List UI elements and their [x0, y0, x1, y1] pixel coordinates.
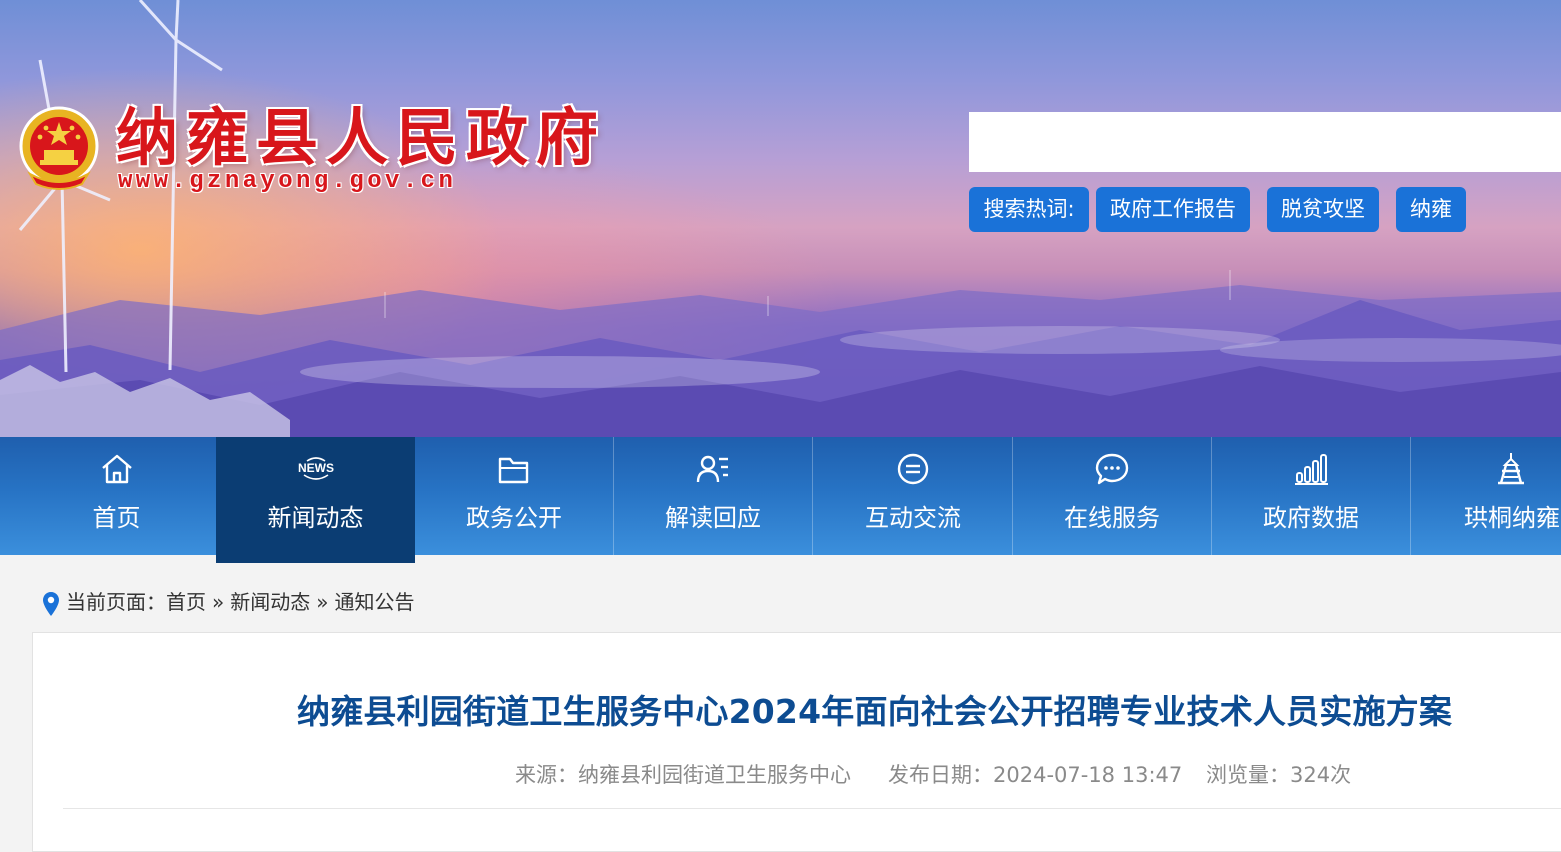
hot-word-government-report[interactable]: 政府工作报告 — [1096, 187, 1250, 232]
breadcrumb-notice-link[interactable]: 通知公告 — [335, 590, 415, 614]
site-url: www.gznayong.gov.cn — [118, 168, 457, 195]
hot-search-label: 搜索热词: — [969, 187, 1089, 232]
nav-item-interpretation[interactable]: 解读回应 — [614, 437, 813, 555]
bar-chart-icon — [1295, 454, 1328, 485]
svg-text:NEWS: NEWS — [298, 461, 334, 475]
tower-icon — [1497, 453, 1524, 485]
breadcrumb-news-link[interactable]: 新闻动态 — [230, 590, 310, 614]
folder-icon — [498, 457, 529, 484]
location-pin-icon — [43, 591, 59, 616]
national-emblem-icon — [19, 106, 99, 190]
nav-label-interpretation: 解读回应 — [665, 504, 761, 532]
header-banner: 纳雍县人民政府 www.gznayong.gov.cn 搜索热词: 政府工作报告… — [0, 0, 1561, 437]
interpret-icon — [696, 455, 728, 483]
news-icon: NEWS — [298, 457, 334, 480]
nav-label-news: 新闻动态 — [267, 504, 364, 532]
nav-item-interaction[interactable]: 互动交流 — [814, 437, 1013, 555]
breadcrumb-home-link[interactable]: 首页 — [166, 590, 206, 614]
nav-label-public-affairs: 政务公开 — [466, 504, 562, 532]
nav-label-government-data: 政府数据 — [1263, 504, 1359, 532]
article-panel: 纳雍县利园街道卫生服务中心2024年面向社会公开招聘专业技术人员实施方案 来源：… — [32, 632, 1561, 852]
nav-item-government-data[interactable]: 政府数据 — [1212, 437, 1411, 555]
article-divider — [63, 808, 1561, 809]
breadcrumb-separator: » — [316, 590, 329, 614]
breadcrumb: 当前页面：首页» 新闻动态» 通知公告 — [42, 587, 415, 617]
nav-label-interaction: 互动交流 — [865, 504, 961, 532]
nav-label-online-service: 在线服务 — [1064, 504, 1160, 532]
article-title: 纳雍县利园街道卫生服务中心2024年面向社会公开招聘专业技术人员实施方案 — [297, 692, 1453, 731]
nav-item-gongtong-nayong[interactable]: 珙桐纳雍 — [1411, 437, 1561, 555]
search-input[interactable] — [969, 112, 1561, 172]
breadcrumb-separator: » — [212, 590, 225, 614]
main-navigation: 首页 NEWS 新闻动态 政务公开 解读回应 互动交流 在线服务 政府数据 珙桐… — [0, 437, 1561, 563]
nav-item-public-affairs[interactable]: 政务公开 — [415, 437, 614, 555]
article-view-count: 浏览量：324次 — [1206, 763, 1352, 787]
chat-icon — [897, 453, 929, 485]
hot-word-poverty-alleviation[interactable]: 脱贫攻坚 — [1267, 187, 1379, 232]
nav-label-gongtong-nayong: 珙桐纳雍 — [1464, 504, 1560, 532]
nav-item-news[interactable]: NEWS 新闻动态 — [216, 437, 415, 563]
nav-item-online-service[interactable]: 在线服务 — [1013, 437, 1212, 555]
site-title: 纳雍县人民政府 — [116, 101, 607, 174]
service-bubble-icon — [1095, 453, 1129, 485]
nav-label-home: 首页 — [92, 504, 141, 532]
home-icon — [101, 454, 132, 484]
breadcrumb-prefix: 当前页面： — [66, 590, 166, 614]
nav-item-home[interactable]: 首页 — [17, 437, 216, 555]
article-source: 来源：纳雍县利园街道卫生服务中心 — [515, 763, 851, 787]
hot-word-nayong[interactable]: 纳雍 — [1396, 187, 1466, 232]
article-publish-date: 发布日期：2024-07-18 13:47 — [888, 763, 1183, 787]
